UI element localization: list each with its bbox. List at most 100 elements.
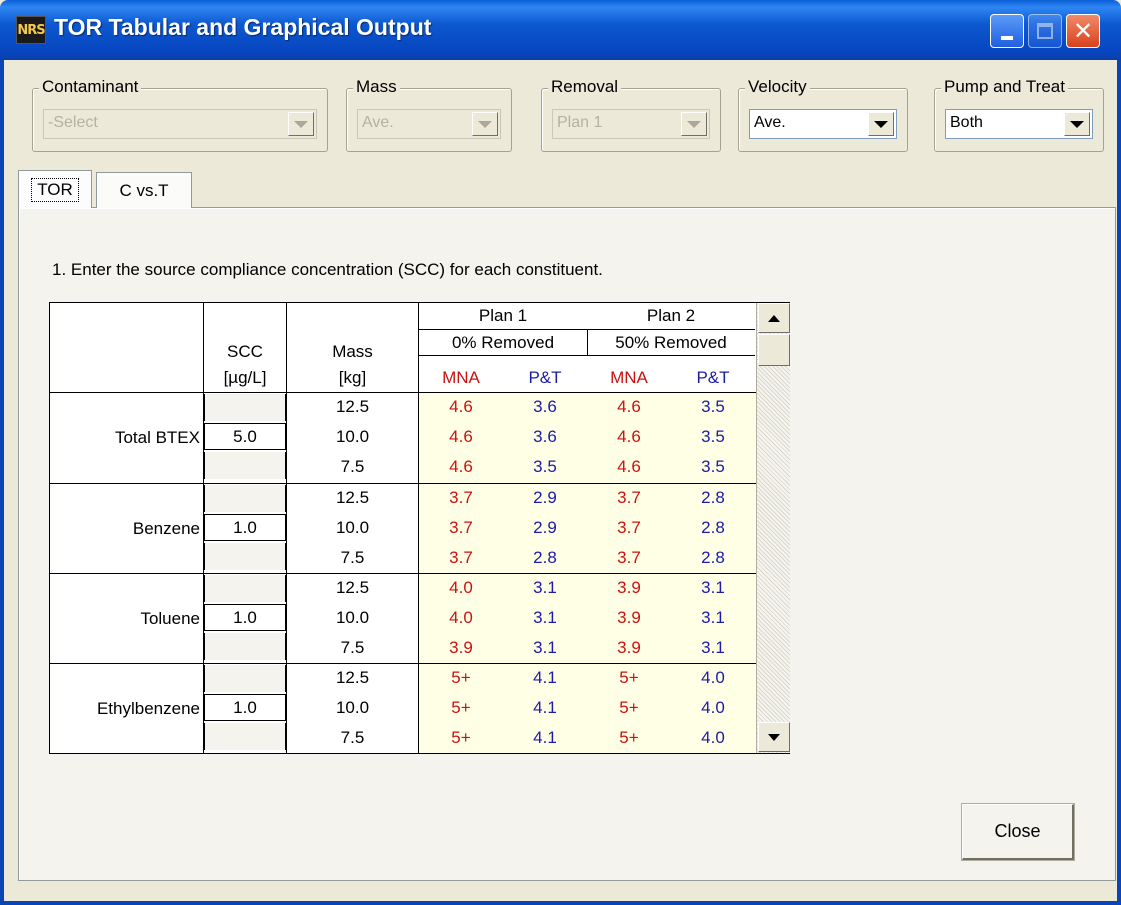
plan1-pt-value: 3.1 [533,638,557,657]
pump-treat-group: Pump and Treat Both [934,77,1104,152]
plan2-mna-value: 3.9 [617,638,641,657]
plan2-pt-value: 3.1 [701,578,725,597]
instruction-text: 1. Enter the source compliance concentra… [52,260,603,279]
removal-select[interactable]: Plan 1 [552,109,710,139]
plan2-pt-value: 2.8 [701,548,725,567]
contaminant-group: Contaminant -Select [32,77,328,152]
velocity-group: Velocity Ave. [738,77,908,152]
plan1-pt-value: 3.6 [533,427,557,446]
plan1-pt-value: 3.5 [533,457,557,476]
plan1-mna-value: 3.7 [449,518,473,537]
close-window-button[interactable]: ✕ [1066,14,1100,48]
scc-input[interactable]: 1.0 [204,694,286,721]
plan1-pt-value: 3.1 [533,578,557,597]
scc-empty-cell [204,665,286,692]
scc-input[interactable]: 5.0 [204,423,286,450]
tab-tor-label: TOR [31,177,79,202]
removal-label: Removal [548,77,622,97]
plan2-pt-value: 3.1 [701,608,725,627]
window-title: TOR Tabular and Graphical Output [54,14,432,40]
plan1-mna-value: 4.6 [449,397,473,416]
scc-empty-cell [204,543,286,570]
maximize-icon [1037,23,1053,39]
plan1-pt-value: 2.8 [533,548,557,567]
plan1-mna-value: 4.0 [449,578,473,597]
scc-empty-cell [204,485,286,512]
chevron-down-icon[interactable] [681,112,707,136]
plan2-pt-value: 4.0 [701,728,725,747]
arrow-up-icon [768,314,780,322]
pump-treat-select[interactable]: Both [945,109,1093,139]
plan1-pt-value: 2.9 [533,518,557,537]
mass-value: 7.5 [340,548,365,567]
tab-tor[interactable]: TOR [18,170,92,208]
header-plan2-mna: MNA [610,368,648,387]
scroll-thumb[interactable] [758,334,790,366]
plan1-mna-value: 3.7 [449,488,473,507]
constituent-name: Ethylbenzene [96,699,200,718]
tab-c-vs-t-label: C vs.T [119,180,169,200]
header-plan1-removed: 0% Removed [451,333,555,352]
header-scc-unit: [µg/L] [223,368,267,387]
plan2-mna-value: 5+ [619,668,639,687]
grid-line [50,392,756,393]
plan2-mna-value: 4.6 [617,397,641,416]
plan1-mna-value: 5+ [451,728,471,747]
tor-grid[interactable]: Plan 1 Plan 2 0% Removed 50% Removed SCC… [49,302,790,754]
grid-scrollbar[interactable] [756,303,790,753]
header-scc: SCC [227,342,263,361]
constituent-name: Toluene [140,609,200,628]
mass-value: 12.5 [335,397,370,416]
minimize-button[interactable] [990,14,1024,48]
mass-label: Mass [353,77,400,97]
plan2-mna-value: 3.9 [617,608,641,627]
title-bar: NRS TOR Tabular and Graphical Output ✕ [0,0,1121,60]
mass-value: 10.0 [335,518,370,537]
velocity-select[interactable]: Ave. [749,109,897,139]
plan2-mna-value: 3.7 [617,518,641,537]
plan1-mna-value: 3.9 [449,638,473,657]
maximize-button[interactable] [1028,14,1062,48]
plan2-pt-value: 4.0 [701,668,725,687]
scroll-up-button[interactable] [758,303,790,333]
plan2-mna-value: 3.7 [617,548,641,567]
scc-empty-cell [204,575,286,602]
mass-value: Ave. [362,114,394,131]
close-icon: ✕ [1072,17,1094,45]
header-plan2: Plan 2 [646,306,696,325]
plan2-mna-value: 4.6 [617,457,641,476]
plan2-pt-value: 3.5 [701,427,725,446]
header-plan1-pt: P&T [528,368,562,387]
plan2-pt-value: 3.5 [701,397,725,416]
scc-input[interactable]: 1.0 [204,514,286,541]
mass-group: Mass Ave. [346,77,512,152]
tab-c-vs-t[interactable]: C vs.T [96,172,192,208]
chevron-down-icon[interactable] [868,112,894,136]
close-button[interactable]: Close [961,803,1075,861]
mass-value: 7.5 [340,728,365,747]
chevron-down-icon[interactable] [1064,112,1090,136]
scc-input[interactable]: 1.0 [204,604,286,631]
chevron-down-icon[interactable] [472,112,498,136]
mass-value: 7.5 [340,457,365,476]
plan2-mna-value: 3.9 [617,578,641,597]
chevron-down-icon[interactable] [288,112,314,136]
plan1-mna-value: 5+ [451,698,471,717]
plan1-pt-value: 3.6 [533,397,557,416]
scc-empty-cell [204,394,286,421]
plan1-pt-value: 4.1 [533,668,557,687]
mass-value: 10.0 [335,427,370,446]
window-frame-bottom [0,901,1121,905]
arrow-down-icon [768,733,780,741]
constituent-name: Total BTEX [114,428,200,447]
header-mass: Mass [332,342,373,361]
header-mass-unit: [kg] [338,368,367,387]
plan1-mna-value: 4.0 [449,608,473,627]
scroll-down-button[interactable] [758,722,790,752]
pump-treat-value: Both [950,114,983,131]
app-icon: NRS [16,16,46,44]
minimize-icon [1001,36,1013,40]
mass-select[interactable]: Ave. [357,109,501,139]
contaminant-select[interactable]: -Select [43,109,317,139]
grid-line [50,663,756,664]
